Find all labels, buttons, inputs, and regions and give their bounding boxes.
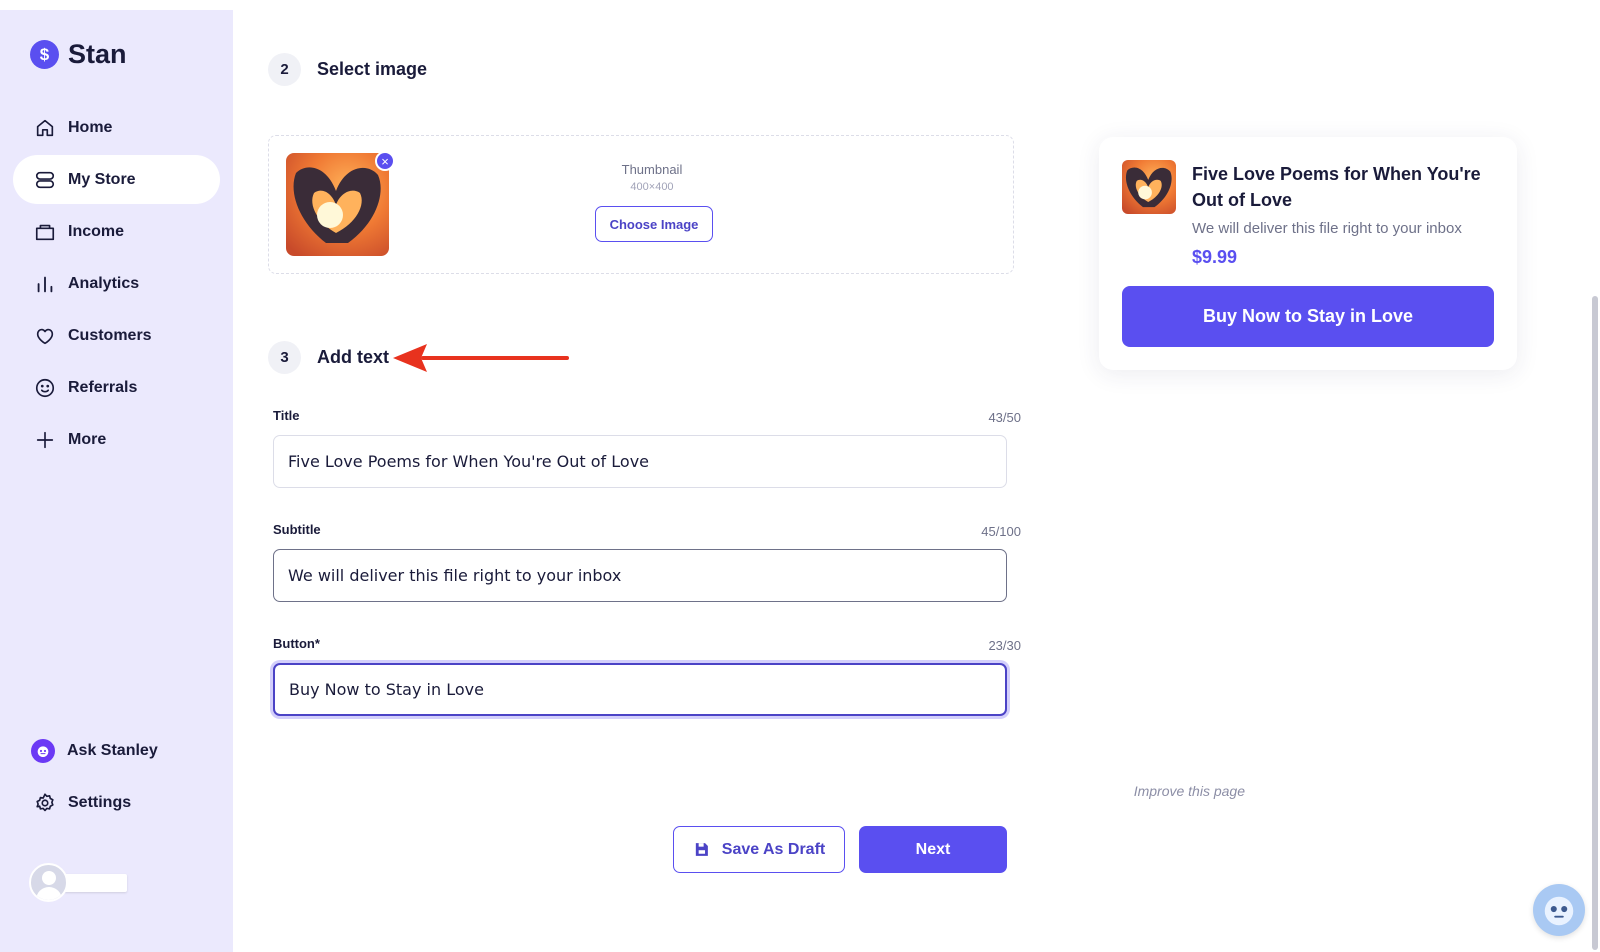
sidebar-item-more[interactable]: More — [13, 415, 220, 464]
sidebar-item-label: Income — [68, 222, 125, 240]
store-icon — [34, 169, 56, 191]
analytics-icon — [34, 273, 56, 295]
sidebar-item-referrals[interactable]: Referrals — [13, 363, 220, 412]
next-button[interactable]: Next — [859, 826, 1007, 873]
sidebar-item-my-store[interactable]: My Store — [13, 155, 220, 204]
choose-image-button[interactable]: Choose Image — [595, 206, 713, 242]
smiley-icon — [34, 377, 56, 399]
sidebar-item-label: Referrals — [68, 378, 138, 396]
step-title: Select image — [317, 59, 428, 79]
sidebar-item-ask-stanley[interactable]: Ask Stanley — [13, 726, 220, 775]
save-as-draft-label: Save As Draft — [721, 840, 826, 858]
sidebar-item-label: More — [68, 430, 107, 448]
sidebar-item-label: My Store — [68, 170, 136, 188]
title-label: Title — [273, 408, 300, 423]
thumbnail-image — [286, 153, 389, 256]
thumbnail-size: 400×400 — [630, 181, 674, 193]
button-text-input[interactable] — [273, 663, 1007, 716]
sidebar: $ Stan Home My Store Income Analytics Cu… — [0, 10, 233, 952]
button-char-count: 23/30 — [988, 638, 1021, 653]
sidebar-item-income[interactable]: Income — [13, 207, 220, 256]
sidebar-item-label: Home — [68, 118, 113, 136]
step-title: Add text — [317, 347, 389, 367]
preview-buy-button[interactable]: Buy Now to Stay in Love — [1122, 286, 1494, 347]
thumbnail-label: Thumbnail — [621, 162, 683, 177]
scrollbar[interactable] — [1592, 296, 1598, 950]
step-number: 2 — [268, 53, 301, 86]
save-icon — [695, 843, 708, 856]
heart-icon — [34, 325, 56, 347]
preview-subtitle: We will deliver this file right to your … — [1192, 220, 1462, 237]
preview-price: $9.99 — [1192, 247, 1238, 267]
improve-page-link[interactable]: Improve this page — [1134, 783, 1245, 799]
save-as-draft-button[interactable]: Save As Draft — [673, 826, 845, 873]
gear-icon — [34, 792, 56, 814]
brand[interactable]: $ Stan — [30, 39, 127, 70]
step-number: 3 — [268, 341, 301, 374]
button-label: Button* — [273, 636, 320, 651]
subtitle-label: Subtitle — [273, 522, 321, 537]
brand-name: Stan — [68, 39, 127, 69]
sidebar-item-label: Settings — [68, 793, 132, 811]
stanley-bot-icon — [31, 738, 55, 763]
main-content: 2 Select image × Thumbnail 400×400 Choos… — [233, 0, 1600, 952]
sidebar-item-customers[interactable]: Customers — [13, 311, 220, 360]
subtitle-input[interactable] — [273, 549, 1007, 602]
sidebar-item-home[interactable]: Home — [13, 103, 220, 152]
title-char-count: 43/50 — [988, 410, 1021, 425]
plus-icon — [34, 429, 56, 451]
help-chat-bot-icon[interactable] — [1533, 884, 1585, 936]
user-profile[interactable] — [29, 863, 127, 902]
title-input[interactable] — [273, 435, 1007, 488]
image-upload-area[interactable]: × Thumbnail 400×400 Choose Image — [268, 135, 1014, 274]
step-select-image: 2 Select image — [268, 53, 427, 86]
product-preview-card: Five Love Poems for When You're Out of L… — [1099, 137, 1517, 370]
sidebar-item-label: Ask Stanley — [67, 741, 158, 759]
sidebar-item-label: Customers — [68, 326, 152, 344]
preview-thumbnail — [1122, 160, 1176, 214]
step-add-text: 3 Add text — [268, 341, 389, 374]
stan-logo-icon: $ — [30, 40, 59, 69]
wallet-icon — [34, 221, 56, 243]
sidebar-item-analytics[interactable]: Analytics — [13, 259, 220, 308]
remove-image-button[interactable]: × — [375, 151, 395, 171]
home-icon — [34, 117, 56, 139]
sidebar-item-label: Analytics — [68, 274, 140, 292]
avatar — [29, 863, 68, 902]
preview-title: Five Love Poems for When You're Out of L… — [1192, 164, 1481, 210]
subtitle-char-count: 45/100 — [981, 524, 1021, 539]
user-name-redacted — [64, 873, 127, 892]
sidebar-item-settings[interactable]: Settings — [13, 778, 220, 827]
annotation-arrow-icon — [393, 344, 569, 372]
